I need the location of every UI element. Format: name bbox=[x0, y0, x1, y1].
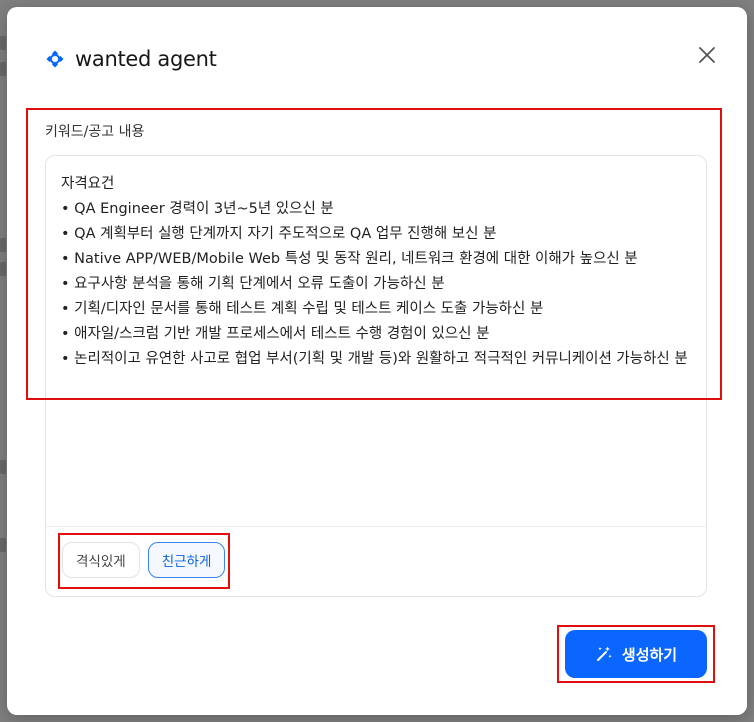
backdrop-fragment bbox=[0, 238, 6, 252]
tone-chip-formal[interactable]: 격식있게 bbox=[62, 542, 140, 578]
generate-button[interactable]: 생성하기 bbox=[565, 630, 707, 678]
backdrop-fragment bbox=[0, 460, 6, 474]
keyword-textarea-container[interactable]: 자격요건 • QA Engineer 경력이 3년~5년 있으신 분 • QA … bbox=[45, 155, 707, 597]
brand-name: wanted agent bbox=[75, 47, 217, 71]
backdrop-fragment bbox=[0, 36, 6, 50]
backdrop-fragment bbox=[0, 538, 6, 552]
tone-selector: 격식있게 친근하게 bbox=[62, 542, 226, 578]
agent-modal: wanted agent 키워드/공고 내용 자격요건 • QA Enginee… bbox=[7, 7, 747, 715]
divider bbox=[46, 526, 706, 527]
magic-wand-icon bbox=[596, 646, 612, 661]
generate-button-label: 생성하기 bbox=[621, 645, 678, 664]
close-button[interactable] bbox=[695, 43, 719, 67]
keyword-field-label: 키워드/공고 내용 bbox=[45, 124, 145, 140]
backdrop-fragment bbox=[0, 62, 6, 76]
backdrop-fragment bbox=[0, 262, 6, 276]
keyword-textarea[interactable]: 자격요건 • QA Engineer 경력이 3년~5년 있으신 분 • QA … bbox=[61, 172, 697, 528]
tone-chip-friendly[interactable]: 친근하게 bbox=[147, 542, 226, 578]
close-icon bbox=[699, 47, 715, 63]
wanted-logo-icon bbox=[46, 50, 64, 68]
modal-header: wanted agent bbox=[45, 41, 217, 77]
